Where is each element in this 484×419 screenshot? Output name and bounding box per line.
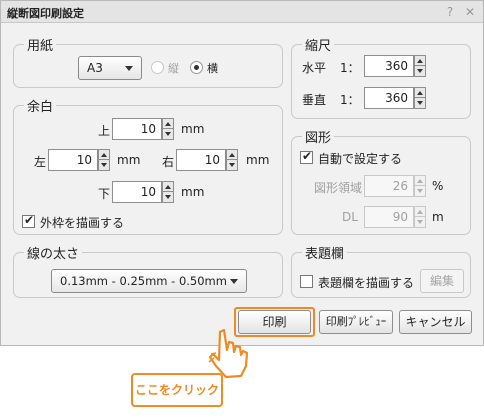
chevron-down-icon	[230, 279, 238, 284]
paper-group-label: 用紙	[24, 35, 57, 54]
figure-auto-checkbox[interactable]: ✔	[300, 149, 313, 164]
margin-bottom-unit: mm	[181, 185, 205, 199]
figure-group: 図形 ✔ 自動で設定する 図形領域 26 % DL 90 m	[291, 127, 471, 235]
margin-right-spinner[interactable]: 10	[176, 149, 238, 171]
help-icon[interactable]: ?	[443, 5, 457, 19]
scale-horizontal-prefix: 1：	[340, 61, 360, 75]
scale-horizontal-arrows[interactable]	[414, 55, 426, 77]
click-here-callout: ここをクリック	[131, 373, 223, 407]
paper-size-value: A3	[87, 61, 103, 75]
spin-down-icon[interactable]	[227, 160, 237, 170]
check-icon: ✔	[301, 149, 313, 163]
spin-up-icon[interactable]	[163, 182, 173, 192]
title-block-label: 表題欄を描画する	[318, 276, 415, 290]
spin-up-icon[interactable]	[415, 207, 425, 217]
title-block-checkbox[interactable]	[300, 275, 313, 288]
spin-down-icon[interactable]	[415, 186, 425, 196]
title-block-group: 表題欄 表題欄を描画する 編集	[291, 243, 471, 298]
spin-up-icon[interactable]	[415, 88, 425, 98]
margin-bottom-input[interactable]: 10	[112, 181, 162, 203]
line-width-group: 線の太さ 0.13mm - 0.25mm - 0.50mm	[13, 243, 283, 298]
margin-right-unit: mm	[246, 153, 270, 167]
margin-right-label: 右	[162, 155, 175, 169]
spin-down-icon[interactable]	[99, 160, 109, 170]
spin-up-icon[interactable]	[163, 119, 173, 129]
spin-up-icon[interactable]	[415, 56, 425, 66]
margin-left-label: 左	[34, 155, 47, 169]
spin-up-icon[interactable]	[99, 150, 109, 160]
outer-frame-label: 外枠を描画する	[40, 216, 125, 230]
outer-frame-checkbox[interactable]: ✔	[22, 213, 35, 228]
margin-right-input[interactable]: 10	[176, 149, 226, 171]
radio-selected-dot	[194, 65, 199, 70]
scale-group-label: 縮尺	[302, 35, 335, 54]
portrait-label: 縦	[168, 62, 179, 75]
scale-group: 縮尺 水平 1： 360 垂直 1： 360	[291, 35, 471, 119]
margin-top-spinner[interactable]: 10	[112, 118, 174, 140]
spin-down-icon[interactable]	[163, 192, 173, 202]
scale-vertical-arrows[interactable]	[414, 87, 426, 109]
figure-dl-arrows[interactable]	[414, 206, 426, 228]
figure-dl-spinner[interactable]: 90	[364, 206, 426, 228]
scale-horizontal-spinner[interactable]: 360	[364, 55, 426, 77]
title-block-edit-button[interactable]: 編集	[420, 269, 464, 293]
scale-vertical-prefix: 1：	[340, 93, 360, 107]
margin-top-label: 上	[98, 124, 111, 138]
margin-top-unit: mm	[181, 122, 205, 136]
print-settings-dialog: 縦断図印刷設定 ? ✕ 用紙 A3 縦 横 余白 上 10 mm 左 10 mm…	[0, 0, 484, 346]
window-title: 縦断図印刷設定	[7, 7, 84, 20]
figure-area-label: 図形領域	[314, 181, 363, 195]
figure-area-arrows[interactable]	[414, 175, 426, 197]
scale-horizontal-input[interactable]: 360	[364, 55, 414, 77]
title-block-group-label: 表題欄	[302, 243, 348, 262]
figure-dl-label: DL	[342, 210, 358, 224]
check-icon: ✔	[23, 213, 35, 227]
scale-vertical-label: 垂直	[302, 93, 327, 107]
margin-group: 余白 上 10 mm 左 10 mm 右 10 mm 下 10 mm ✔ 外枠を…	[13, 96, 283, 235]
figure-group-label: 図形	[302, 127, 335, 146]
cancel-button[interactable]: キャンセル	[399, 310, 472, 334]
chevron-down-icon	[125, 66, 133, 71]
close-icon[interactable]: ✕	[463, 5, 477, 19]
portrait-radio[interactable]	[151, 61, 164, 74]
margin-left-spinner[interactable]: 10	[48, 149, 110, 171]
scale-vertical-spinner[interactable]: 360	[364, 87, 426, 109]
spin-down-icon[interactable]	[415, 98, 425, 108]
scale-horizontal-label: 水平	[302, 61, 327, 75]
landscape-radio[interactable]	[190, 61, 203, 74]
paper-size-dropdown[interactable]: A3	[78, 56, 142, 80]
margin-top-arrows[interactable]	[162, 118, 174, 140]
margin-left-arrows[interactable]	[98, 149, 110, 171]
scale-vertical-input[interactable]: 360	[364, 87, 414, 109]
figure-auto-label: 自動で設定する	[318, 152, 403, 166]
figure-area-input[interactable]: 26	[364, 175, 414, 197]
paper-group: 用紙 A3 縦 横	[13, 35, 283, 88]
spin-up-icon[interactable]	[415, 176, 425, 186]
print-preview-button[interactable]: 印刷ﾌﾟﾚﾋﾞｭｰ	[319, 310, 393, 334]
margin-left-input[interactable]: 10	[48, 149, 98, 171]
spin-down-icon[interactable]	[163, 129, 173, 139]
line-width-dropdown[interactable]: 0.13mm - 0.25mm - 0.50mm	[51, 269, 247, 293]
margin-bottom-arrows[interactable]	[162, 181, 174, 203]
figure-area-unit: %	[432, 179, 444, 193]
margin-top-input[interactable]: 10	[112, 118, 162, 140]
line-width-value: 0.13mm - 0.25mm - 0.50mm	[60, 274, 227, 288]
margin-bottom-spinner[interactable]: 10	[112, 181, 174, 203]
figure-dl-input[interactable]: 90	[364, 206, 414, 228]
line-width-group-label: 線の太さ	[24, 243, 83, 262]
margin-left-unit: mm	[117, 153, 141, 167]
spin-up-icon[interactable]	[227, 150, 237, 160]
spin-down-icon[interactable]	[415, 66, 425, 76]
landscape-label: 横	[207, 62, 218, 75]
figure-area-spinner[interactable]: 26	[364, 175, 426, 197]
title-bar: 縦断図印刷設定 ? ✕	[1, 1, 483, 23]
figure-dl-unit: m	[432, 210, 444, 224]
margin-right-arrows[interactable]	[226, 149, 238, 171]
margin-bottom-label: 下	[98, 187, 111, 201]
spin-down-icon[interactable]	[415, 217, 425, 227]
margin-group-label: 余白	[24, 96, 57, 115]
